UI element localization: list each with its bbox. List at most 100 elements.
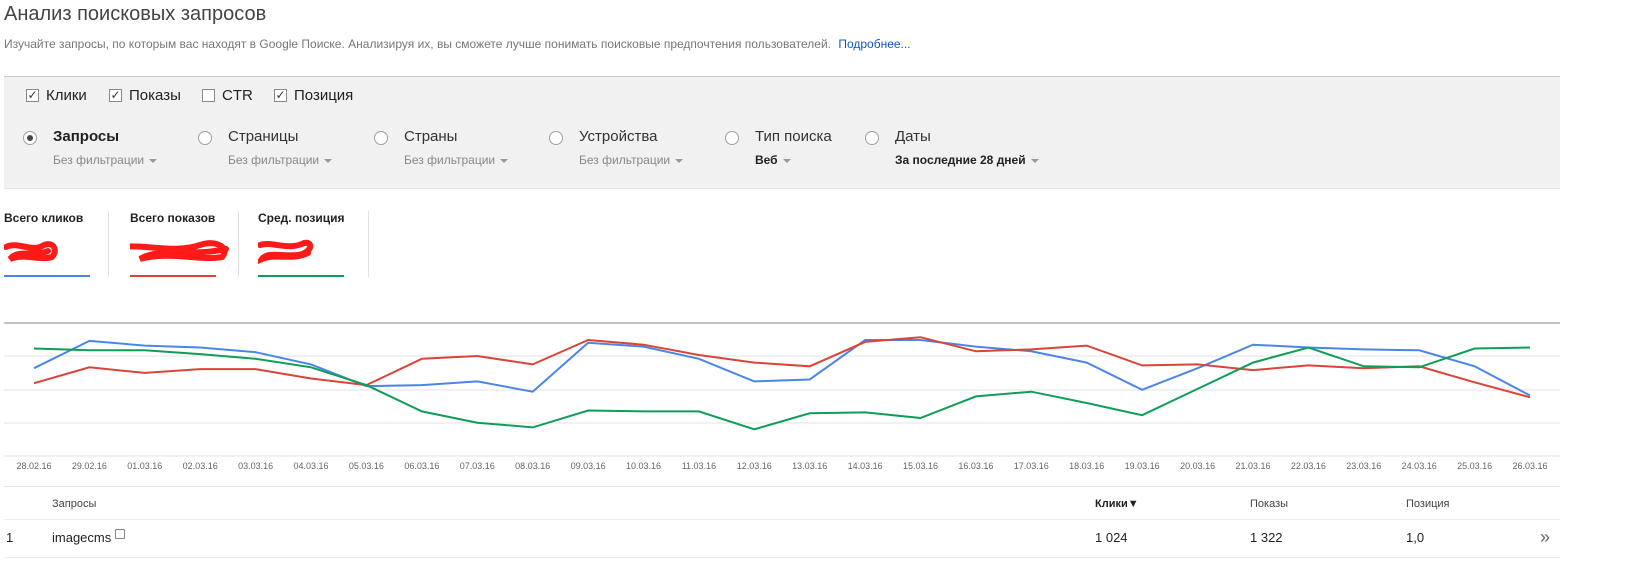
page-title: Анализ поисковых запросов <box>4 3 267 25</box>
divider <box>368 211 369 277</box>
filter-dropdown[interactable]: Без фильтрации <box>53 153 158 167</box>
metric-ctr-checkbox[interactable]: CTR <box>202 87 253 104</box>
x-tick-label: 12.03.16 <box>737 461 772 471</box>
column-header-position[interactable]: Позиция <box>1406 498 1450 510</box>
total-clicks[interactable]: Всего кликов <box>4 211 94 279</box>
radio-icon[interactable] <box>374 131 388 145</box>
filter-dropdown[interactable]: Без фильтрации <box>579 153 684 167</box>
x-tick-label: 21.03.16 <box>1235 461 1270 471</box>
series-line <box>33 346 1531 431</box>
x-tick-label: 18.03.16 <box>1069 461 1104 471</box>
metric-clicks-checkbox[interactable]: ✓ Клики <box>26 87 87 104</box>
checkbox-icon[interactable]: ✓ <box>109 89 122 102</box>
x-tick-label: 16.03.16 <box>958 461 993 471</box>
clicks-cell: 1 024 <box>1095 530 1128 545</box>
group-label: Устройства <box>579 128 658 145</box>
metric-label: Клики <box>46 87 87 104</box>
caret-down-icon <box>782 158 791 163</box>
radio-icon[interactable] <box>725 131 739 145</box>
row-details-chevron-icon[interactable]: » <box>1540 527 1550 548</box>
x-tick-label: 04.03.16 <box>293 461 328 471</box>
x-tick-label: 23.03.16 <box>1346 461 1381 471</box>
checkbox-icon[interactable] <box>202 89 215 102</box>
x-tick-label: 11.03.16 <box>682 461 716 471</box>
column-header-query[interactable]: Запросы <box>52 498 96 510</box>
total-label: Всего кликов <box>4 211 84 225</box>
filter-dropdown[interactable]: За последние 28 дней <box>895 153 1039 167</box>
series-underline <box>4 275 90 277</box>
group-queries[interactable]: Запросы Без фильтрации <box>23 128 158 167</box>
total-label: Сред. позиция <box>258 211 345 225</box>
metric-impressions-checkbox[interactable]: ✓ Показы <box>109 87 181 104</box>
total-position[interactable]: Сред. позиция <box>258 211 358 279</box>
sort-desc-icon: ▼ <box>1127 498 1139 510</box>
caret-down-icon <box>324 158 333 163</box>
group-dates[interactable]: Даты За последние 28 дней <box>865 128 1039 167</box>
x-tick-label: 15.03.16 <box>903 461 938 471</box>
checkbox-icon[interactable]: ✓ <box>274 89 287 102</box>
group-label: Страны <box>404 128 458 145</box>
x-tick-label: 02.03.16 <box>183 461 218 471</box>
group-label: Тип поиска <box>755 128 832 145</box>
divider <box>108 211 109 277</box>
query-text: imagecms <box>52 530 112 545</box>
filter-dropdown[interactable]: Без фильтрации <box>404 153 509 167</box>
column-header-clicks[interactable]: Клики▼ <box>1095 498 1139 510</box>
x-tick-label: 09.03.16 <box>571 461 606 471</box>
query-cell[interactable]: imagecms <box>52 529 126 545</box>
filter-dropdown[interactable]: Без фильтрации <box>228 153 333 167</box>
filter-label: Без фильтрации <box>228 153 320 167</box>
metric-position-checkbox[interactable]: ✓ Позиция <box>274 87 353 104</box>
x-tick-label: 20.03.16 <box>1180 461 1215 471</box>
filter-label: Без фильтрации <box>53 153 145 167</box>
caret-down-icon <box>149 158 158 163</box>
radio-icon[interactable] <box>198 131 212 145</box>
group-pages[interactable]: Страницы Без фильтрации <box>198 128 333 167</box>
page-description: Изучайте запросы, по которым вас находят… <box>4 37 911 51</box>
caret-down-icon <box>675 158 684 163</box>
total-label: Всего показов <box>130 211 216 225</box>
radio-icon[interactable] <box>549 131 563 145</box>
metric-toolbar: ✓ Клики ✓ Показы CTR ✓ Позиция <box>4 76 1560 116</box>
performance-chart: 28.02.16 29.02.16 01.03.16 02.03.16 03.03.16… <box>4 322 1560 471</box>
x-tick-label: 17.03.16 <box>1014 461 1049 471</box>
radio-icon[interactable] <box>23 131 37 145</box>
radio-icon[interactable] <box>865 131 879 145</box>
metric-label: CTR <box>222 87 253 104</box>
group-devices[interactable]: Устройства Без фильтрации <box>549 128 684 167</box>
x-tick-label: 03.03.16 <box>238 461 273 471</box>
x-tick-label: 29.02.16 <box>72 461 107 471</box>
x-tick-label: 06.03.16 <box>404 461 439 471</box>
x-tick-label: 19.03.16 <box>1125 461 1160 471</box>
filter-dropdown[interactable]: Веб <box>755 153 832 167</box>
checkbox-icon[interactable]: ✓ <box>26 89 39 102</box>
description-text: Изучайте запросы, по которым вас находят… <box>4 37 831 51</box>
series-underline <box>258 275 344 277</box>
filter-label: Без фильтрации <box>404 153 496 167</box>
x-tick-label: 24.03.16 <box>1402 461 1437 471</box>
divider <box>238 211 239 277</box>
filter-label: Веб <box>755 153 778 167</box>
caret-down-icon <box>1030 158 1039 163</box>
total-impressions[interactable]: Всего показов <box>130 211 230 279</box>
series-underline <box>130 275 216 277</box>
x-tick-label: 28.02.16 <box>16 461 51 471</box>
more-link[interactable]: Подробнее... <box>838 37 910 51</box>
filter-label: За последние 28 дней <box>895 153 1026 167</box>
grouping-toolbar: Запросы Без фильтрации Страницы Без филь… <box>4 114 1560 189</box>
column-header-impressions[interactable]: Показы <box>1250 498 1288 510</box>
redacted-value <box>130 240 229 262</box>
group-countries[interactable]: Страны Без фильтрации <box>374 128 509 167</box>
x-tick-label: 13.03.16 <box>792 461 827 471</box>
table-row[interactable]: 1 imagecms 1 024 1 322 1,0 » <box>4 519 1560 558</box>
x-tick-label: 25.03.16 <box>1457 461 1492 471</box>
x-tick-label: 07.03.16 <box>460 461 495 471</box>
group-search-type[interactable]: Тип поиска Веб <box>725 128 832 167</box>
filter-label: Без фильтрации <box>579 153 671 167</box>
x-tick-label: 05.03.16 <box>349 461 384 471</box>
external-link-icon[interactable] <box>115 529 126 539</box>
group-label: Запросы <box>53 128 120 145</box>
x-tick-label: 14.03.16 <box>848 461 883 471</box>
x-tick-label: 10.03.16 <box>626 461 661 471</box>
group-label: Даты <box>895 128 931 145</box>
